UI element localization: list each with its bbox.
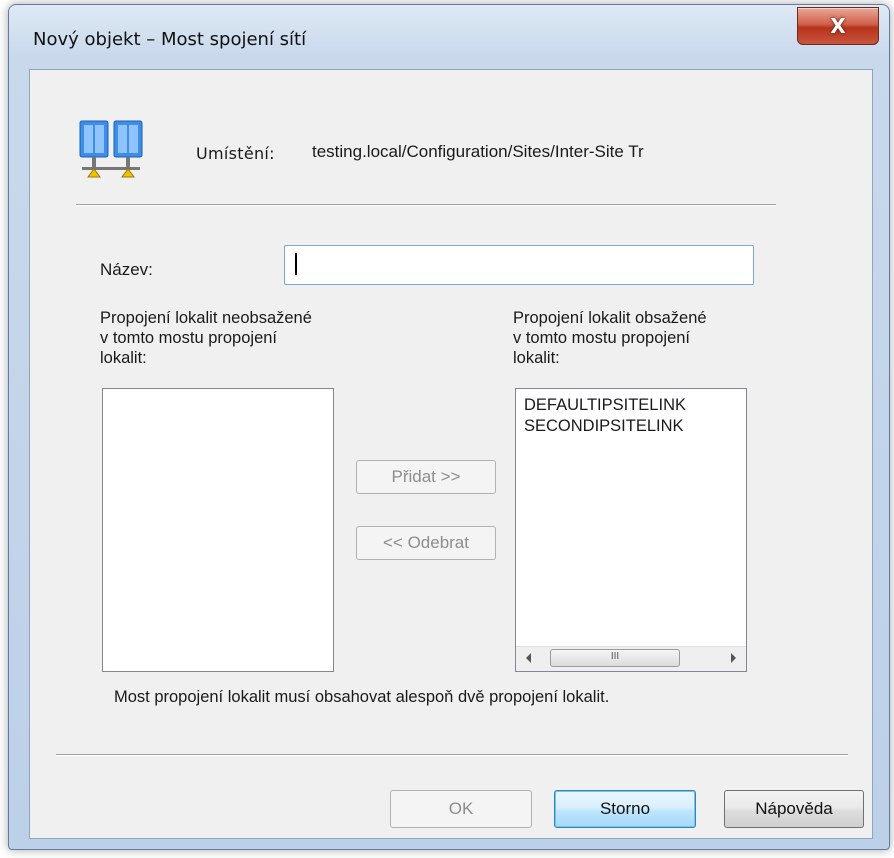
remove-button[interactable]: << Odebrat — [356, 526, 496, 560]
requirement-note: Most propojení lokalit musí obsahovat al… — [114, 688, 610, 706]
name-label: Název: — [100, 260, 153, 279]
caption-line: lokalit: — [100, 349, 147, 367]
title-bar[interactable]: Nový objekt – Most spojení sítí X — [9, 5, 889, 75]
caption-line: v tomto mostu propojení — [100, 329, 278, 347]
included-links-caption: Propojení lokalit obsažené v tomto mostu… — [513, 308, 707, 368]
close-button[interactable]: X — [797, 7, 879, 45]
scroll-left-icon[interactable] — [526, 653, 531, 663]
dialog-window: Nový objekt – Most spojení sítí X Umístě… — [8, 4, 890, 850]
name-input[interactable] — [284, 245, 754, 285]
footer-divider — [56, 754, 848, 756]
add-button[interactable]: Přidat >> — [356, 460, 496, 494]
caption-line: Propojení lokalit neobsažené — [100, 309, 312, 327]
caption-line: Propojení lokalit obsažené — [513, 309, 707, 327]
header-divider — [76, 204, 776, 206]
location-value: testing.local/Configuration/Sites/Inter-… — [312, 142, 644, 161]
window-title: Nový objekt – Most spojení sítí — [33, 29, 307, 50]
unincluded-links-list[interactable] — [102, 388, 334, 672]
dialog-body: Umístění: testing.local/Configuration/Si… — [29, 69, 873, 839]
location-label: Umístění: — [196, 144, 275, 163]
close-icon: X — [830, 14, 846, 38]
help-button[interactable]: Nápověda — [724, 790, 864, 828]
list-item[interactable]: DEFAULTIPSITELINK — [516, 395, 746, 416]
caption-line: v tomto mostu propojení — [513, 329, 691, 347]
text-caret — [295, 253, 297, 275]
horizontal-scrollbar[interactable]: III — [516, 646, 746, 671]
included-links-list[interactable]: DEFAULTIPSITELINK SECONDIPSITELINK III — [515, 388, 747, 672]
cancel-button[interactable]: Storno — [554, 790, 696, 828]
list-item[interactable]: SECONDIPSITELINK — [516, 416, 746, 437]
caption-line: lokalit: — [513, 349, 560, 367]
scroll-right-icon[interactable] — [731, 653, 736, 663]
unincluded-links-caption: Propojení lokalit neobsažené v tomto mos… — [100, 308, 312, 368]
scroll-thumb[interactable]: III — [550, 649, 680, 667]
network-bridge-icon — [79, 120, 143, 178]
ok-button[interactable]: OK — [390, 790, 532, 828]
